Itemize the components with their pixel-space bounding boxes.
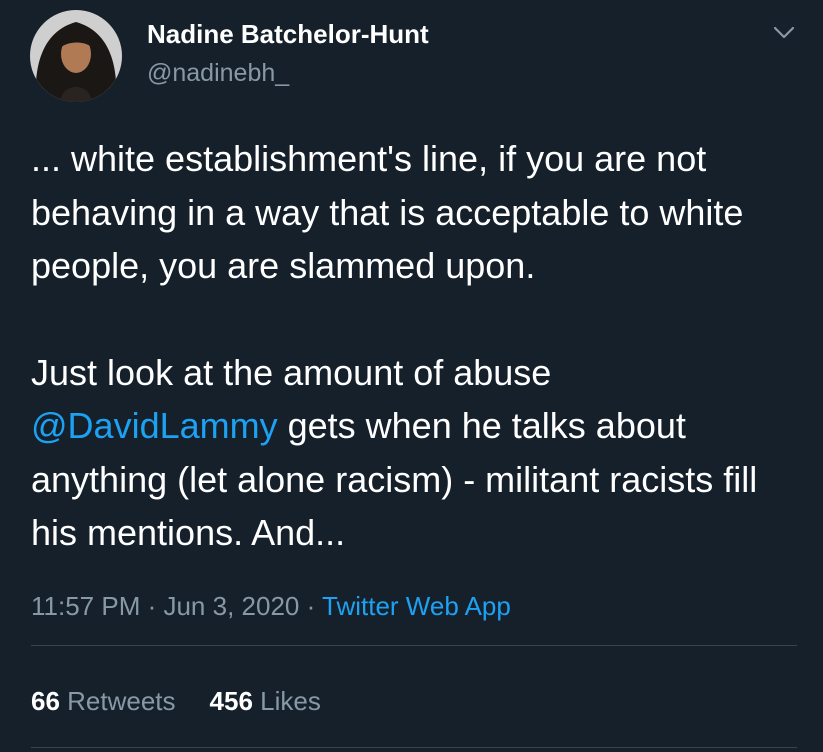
tweet-source-link[interactable]: Twitter Web App xyxy=(322,591,511,621)
likes-count: 456 xyxy=(209,686,253,716)
tweet-card: Nadine Batchelor-Hunt @nadinebh_ ... whi… xyxy=(0,0,823,752)
meta-separator: · xyxy=(140,591,164,621)
author-display-name[interactable]: Nadine Batchelor-Hunt xyxy=(147,19,429,50)
author-handle[interactable]: @nadinebh_ xyxy=(147,59,289,88)
tweet-date[interactable]: Jun 3, 2020 xyxy=(163,591,299,621)
retweets-count: 66 xyxy=(31,686,60,716)
retweets-stat[interactable]: 66 Retweets xyxy=(31,686,176,717)
tweet-metadata: 11:57 PM · Jun 3, 2020 · Twitter Web App xyxy=(31,591,511,622)
chevron-down-icon xyxy=(773,26,795,39)
retweets-label: Retweets xyxy=(59,686,176,716)
tweet-paragraph-2: Just look at the amount of abuse @DavidL… xyxy=(31,346,801,560)
more-options-button[interactable] xyxy=(770,22,798,44)
tweet-text-prefix: Just look at the amount of abuse xyxy=(31,351,552,393)
likes-stat[interactable]: 456 Likes xyxy=(210,686,321,717)
avatar-photo xyxy=(30,10,122,102)
avatar[interactable] xyxy=(30,10,122,102)
mention-link[interactable]: @DavidLammy xyxy=(31,405,278,446)
divider xyxy=(31,645,797,646)
divider xyxy=(31,747,797,748)
likes-label: Likes xyxy=(252,686,321,716)
tweet-paragraph-1: ... white establishment's line, if you a… xyxy=(31,138,744,286)
engagement-stats: 66 Retweets 456 Likes xyxy=(31,686,321,717)
meta-separator: · xyxy=(299,591,322,621)
tweet-text: ... white establishment's line, if you a… xyxy=(31,132,801,560)
tweet-time[interactable]: 11:57 PM xyxy=(31,591,140,621)
